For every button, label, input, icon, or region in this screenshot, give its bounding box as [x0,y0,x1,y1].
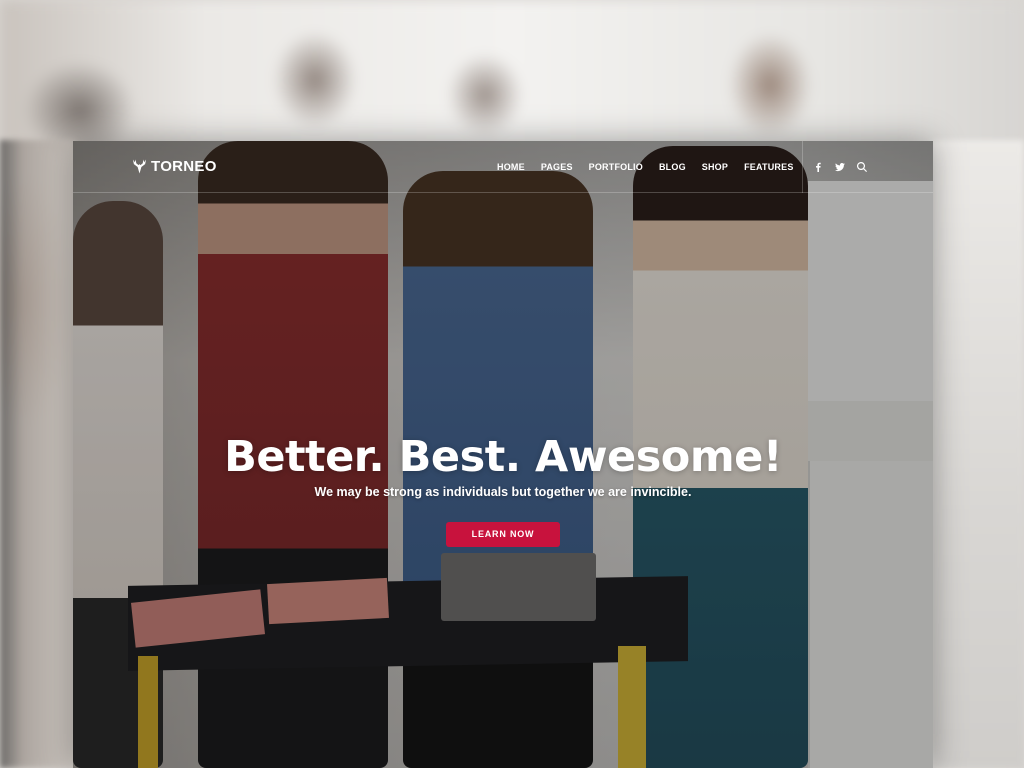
hero: Better. Best. Awesome! We may be strong … [73,431,933,547]
main-menu: HOME PAGES PORTFOLIO BLOG SHOP FEATURES [489,141,802,193]
nav-divider [802,141,803,193]
nav-item-features[interactable]: FEATURES [736,141,801,193]
nav-item-home[interactable]: HOME [489,141,533,193]
blurred-background-right [932,140,1024,768]
hero-subtitle: We may be strong as individuals but toge… [314,485,692,499]
antlers-icon [132,159,147,174]
hero-title: Better. Best. Awesome! [224,432,782,482]
social-links [813,141,867,193]
nav-item-pages[interactable]: PAGES [533,141,581,193]
blurred-background-left [0,140,75,768]
brand-name: TORNEO [151,157,217,175]
navbar: TORNEO HOME PAGES PORTFOLIO BLOG SHOP FE… [73,141,933,193]
nav-item-shop[interactable]: SHOP [694,141,736,193]
learn-now-button[interactable]: LEARN NOW [445,522,561,547]
facebook-icon[interactable] [813,162,823,172]
search-icon[interactable] [857,162,867,172]
nav-item-blog[interactable]: BLOG [651,141,694,193]
logo[interactable]: TORNEO [132,157,217,175]
twitter-icon[interactable] [835,162,845,172]
website-preview: TORNEO HOME PAGES PORTFOLIO BLOG SHOP FE… [73,141,933,768]
nav-item-portfolio[interactable]: PORTFOLIO [581,141,651,193]
